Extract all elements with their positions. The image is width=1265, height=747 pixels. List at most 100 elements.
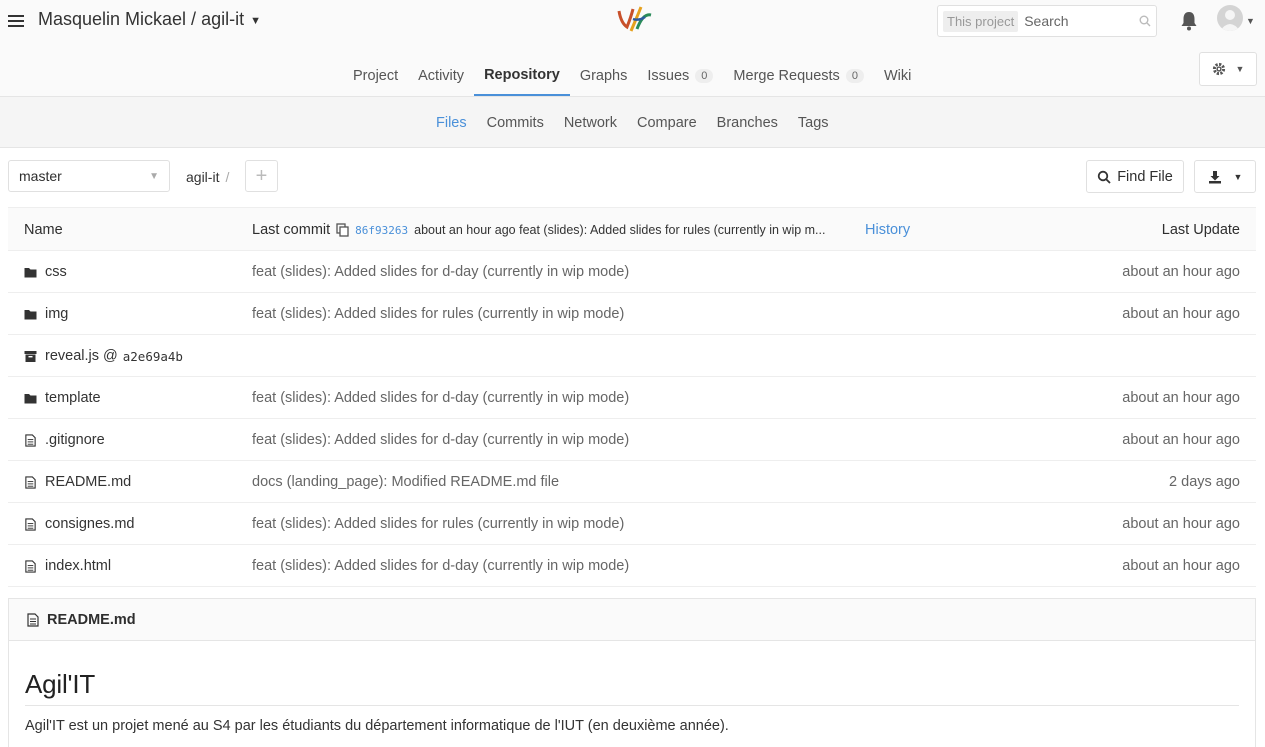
readme-paragraph: Agil'IT est un projet mené au S4 par les… — [25, 718, 729, 734]
tab-commits[interactable]: Commits — [477, 97, 554, 148]
table-row: img feat (slides): Added slides for rules… — [8, 293, 1256, 335]
readme-panel: README.md Agil'IT Agil'IT est un projet … — [8, 598, 1256, 747]
file-icon — [27, 612, 39, 627]
count-badge: 0 — [695, 69, 714, 83]
download-button[interactable]: ▼ — [1194, 160, 1256, 193]
project-nav: Project Activity Repository Graphs Issue… — [0, 56, 1265, 96]
table-row: README.md docs (landing_page): Modified R… — [8, 461, 1256, 503]
tab-label: Graphs — [579, 68, 628, 84]
history-link[interactable]: History — [865, 208, 910, 252]
tab-tags[interactable]: Tags — [788, 97, 839, 148]
settings-button[interactable]: ▼ — [1199, 52, 1257, 86]
search-placeholder: Search — [1024, 13, 1069, 29]
repository-subnav: Files Commits Network Compare Branches T… — [0, 97, 1265, 148]
download-icon — [1208, 170, 1221, 183]
file-tree: Name Last commit 86f93263 about an hour … — [8, 207, 1256, 587]
table-row: css feat (slides): Added slides for d-day… — [8, 251, 1256, 293]
file-name-cell[interactable]: css — [24, 251, 67, 293]
table-row: .gitignore feat (slides): Added slides fo… — [8, 419, 1256, 461]
tab-files[interactable]: Files — [426, 97, 477, 148]
divider — [25, 705, 1239, 706]
readme-heading: Agil'IT — [25, 669, 96, 699]
chevron-down-icon: ▼ — [149, 170, 159, 182]
file-name-cell[interactable]: img — [24, 293, 68, 335]
table-row: template feat (slides): Added slides for … — [8, 377, 1256, 419]
file-name-cell[interactable]: README.md — [24, 461, 131, 503]
table-row: index.html feat (slides): Added slides fo… — [8, 545, 1256, 587]
file-name-cell[interactable]: index.html — [24, 545, 111, 587]
breadcrumb-separator: / — [225, 169, 230, 185]
user-icon — [1220, 10, 1240, 31]
project-title[interactable]: Masquelin Mickael / agil-it ▼ — [38, 9, 261, 30]
breadcrumb: agil-it / — [186, 169, 229, 185]
file-name: template — [45, 390, 101, 406]
tree-header: Name Last commit 86f93263 about an hour … — [8, 207, 1256, 251]
commit-message[interactable]: feat (slides): Added slides for rules (c… — [252, 293, 624, 335]
last-commit-header: Last commit 86f93263 about an hour ago f… — [252, 208, 825, 252]
file-name: img — [45, 306, 69, 322]
tab-issues[interactable]: Issues 0 — [637, 56, 723, 96]
menu-icon[interactable] — [8, 12, 24, 30]
file-name-cell[interactable]: reveal.js @ a2e69a4b — [24, 335, 183, 377]
tab-label: Activity — [418, 68, 465, 84]
commit-message[interactable]: feat (slides): Added slides for d-day (c… — [252, 419, 629, 461]
chevron-down-icon: ▼ — [250, 15, 261, 27]
gear-icon — [1212, 62, 1225, 76]
find-file-button[interactable]: Find File — [1086, 160, 1184, 193]
file-name: index.html — [45, 558, 112, 574]
tab-branches[interactable]: Branches — [707, 97, 788, 148]
file-name: README.md — [45, 474, 132, 490]
commit-message[interactable]: docs (landing_page): Modified README.md … — [252, 461, 559, 503]
file-name-cell[interactable]: consignes.md — [24, 503, 134, 545]
file-name: consignes.md — [45, 516, 135, 532]
iut-logo[interactable] — [613, 3, 655, 35]
add-file-button[interactable]: + — [245, 160, 278, 192]
avatar[interactable] — [1217, 5, 1243, 31]
project-title-text: Masquelin Mickael / agil-it — [38, 9, 245, 29]
search-input[interactable]: This project Search — [937, 5, 1157, 37]
tab-project[interactable]: Project — [343, 56, 408, 96]
folder-icon — [24, 393, 37, 403]
commit-message[interactable]: feat (slides): Added slides for rules (c… — [252, 503, 624, 545]
last-update-time: about an hour ago — [1122, 390, 1240, 406]
tab-merge-requests[interactable]: Merge Requests 0 — [723, 56, 874, 96]
breadcrumb-root[interactable]: agil-it — [186, 169, 219, 185]
branch-select[interactable]: master ▼ — [8, 160, 170, 192]
chevron-down-icon: ▼ — [1233, 171, 1243, 182]
plus-icon: + — [255, 164, 268, 187]
column-last-commit: Last commit — [252, 222, 331, 238]
file-name: reveal.js @ — [45, 348, 118, 364]
search-scope: This project — [943, 10, 1019, 32]
folder-icon — [24, 309, 37, 319]
commit-message[interactable]: feat (slides): Added slides for d-day (c… — [252, 545, 629, 587]
tab-compare[interactable]: Compare — [627, 97, 707, 148]
file-icon — [25, 475, 36, 489]
copy-icon[interactable] — [336, 223, 349, 237]
tab-wiki[interactable]: Wiki — [874, 56, 921, 96]
tab-repository[interactable]: Repository — [474, 56, 570, 96]
commit-sha-link[interactable]: 86f93263 — [355, 224, 408, 237]
file-name-cell[interactable]: .gitignore — [24, 419, 105, 461]
readme-filename[interactable]: README.md — [47, 612, 136, 628]
tab-activity[interactable]: Activity — [408, 56, 474, 96]
submodule-sha[interactable]: a2e69a4b — [123, 349, 183, 364]
column-name: Name — [24, 222, 63, 238]
chevron-down-icon[interactable]: ▼ — [1246, 16, 1255, 26]
search-icon — [1139, 15, 1151, 27]
tab-network[interactable]: Network — [554, 97, 627, 148]
commit-message[interactable]: feat (slides): Added slides for d-day (c… — [252, 251, 629, 293]
bell-icon[interactable] — [1180, 11, 1198, 31]
last-update-time: about an hour ago — [1122, 558, 1240, 574]
file-name-cell[interactable]: template — [24, 377, 101, 419]
folder-icon — [24, 267, 37, 277]
last-commit-summary[interactable]: about an hour ago feat (slides): Added s… — [414, 223, 825, 237]
commit-message[interactable]: feat (slides): Added slides for d-day (c… — [252, 377, 629, 419]
tab-graphs[interactable]: Graphs — [570, 56, 638, 96]
chevron-down-icon: ▼ — [1235, 64, 1245, 74]
tab-label: Project — [353, 68, 399, 84]
last-update-time: about an hour ago — [1122, 306, 1240, 322]
tab-label: Wiki — [883, 68, 912, 84]
archive-icon — [24, 350, 37, 362]
file-icon — [25, 517, 36, 531]
file-icon — [25, 559, 36, 573]
